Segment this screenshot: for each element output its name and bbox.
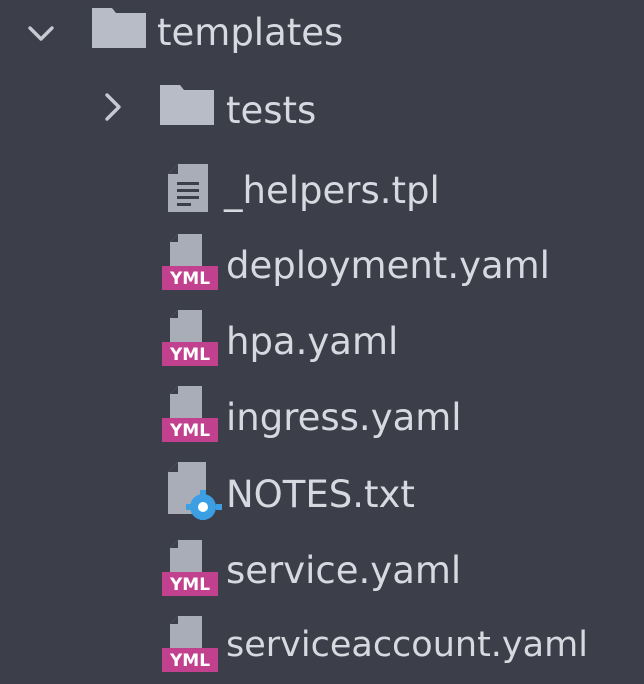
tree-node-ingress-yaml[interactable]: YML ingress.yaml — [0, 380, 644, 456]
tree-node-helpers-tpl[interactable]: _helpers.tpl — [0, 152, 644, 228]
yaml-file-icon: YML — [162, 616, 218, 674]
yaml-badge-text: YML — [169, 421, 210, 441]
text-file-icon — [168, 164, 208, 212]
yaml-badge-text: YML — [169, 575, 210, 595]
project-file-tree: templates tests _helpers.tpl YML deploym… — [0, 0, 644, 676]
tree-node-label: _helpers.tpl — [224, 169, 440, 212]
yaml-file-icon: YML — [162, 310, 218, 368]
chevron-down-icon[interactable] — [20, 14, 62, 56]
tree-node-tests[interactable]: tests — [0, 76, 644, 152]
yaml-file-icon: YML — [162, 386, 218, 444]
chevron-right-icon[interactable] — [92, 86, 134, 128]
folder-icon — [92, 6, 146, 48]
yaml-file-icon: YML — [162, 234, 218, 292]
tree-node-serviceaccount-yaml[interactable]: YML serviceaccount.yaml — [0, 608, 644, 684]
folder-icon — [160, 83, 214, 125]
tree-node-hpa-yaml[interactable]: YML hpa.yaml — [0, 304, 644, 380]
tree-node-service-yaml[interactable]: YML service.yaml — [0, 532, 644, 608]
tree-node-label: templates — [157, 11, 344, 54]
text-file-gear-icon — [166, 462, 222, 520]
tree-node-label: NOTES.txt — [226, 473, 415, 516]
yaml-badge-text: YML — [169, 651, 210, 671]
tree-node-label: service.yaml — [226, 549, 462, 592]
yaml-file-icon: YML — [162, 540, 218, 598]
tree-node-deployment-yaml[interactable]: YML deployment.yaml — [0, 228, 644, 304]
tree-node-label: ingress.yaml — [226, 396, 462, 439]
tree-node-notes-txt[interactable]: NOTES.txt — [0, 456, 644, 532]
tree-node-label: serviceaccount.yaml — [226, 625, 588, 665]
tree-node-templates[interactable]: templates — [0, 0, 644, 76]
tree-node-label: hpa.yaml — [226, 320, 399, 363]
tree-node-label: tests — [226, 89, 317, 132]
yaml-badge-text: YML — [169, 269, 210, 289]
tree-node-label: deployment.yaml — [226, 244, 550, 287]
yaml-badge-text: YML — [169, 345, 210, 365]
